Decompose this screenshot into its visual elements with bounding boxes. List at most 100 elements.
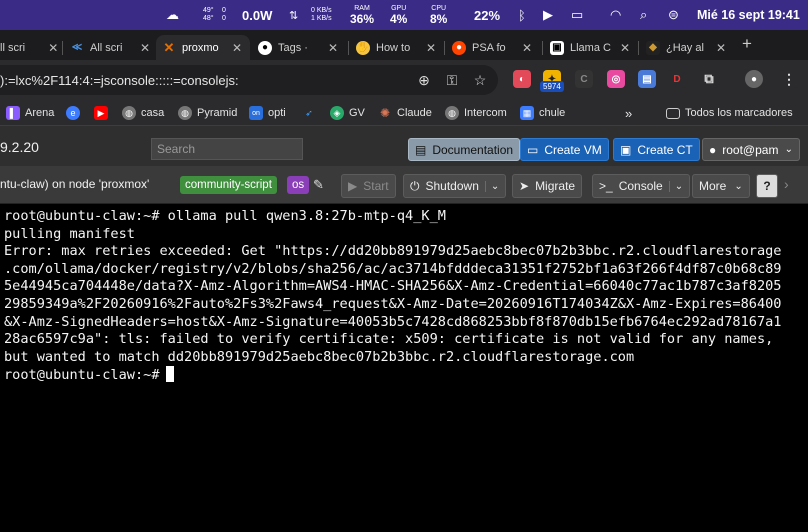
tag-community-script[interactable]: community-script [180, 176, 277, 194]
close-icon[interactable]: ✕ [230, 41, 244, 55]
key-icon[interactable]: ⚿ [442, 65, 462, 95]
address-bar[interactable]: ):=lxc%2F114:4:=jsconsole:::::=consolejs… [0, 65, 498, 95]
send-icon: ➤ [519, 179, 530, 193]
tab-7[interactable]: ◆ ¿Hay al ✕ [640, 35, 734, 60]
tab-0-title: ll scri [0, 41, 26, 54]
how-icon: ✋ [356, 40, 370, 55]
tab-5[interactable]: ● PSA fo ✕ [446, 35, 542, 60]
tab-1-title: All scri [90, 41, 123, 54]
ram-value: 36% [350, 12, 375, 26]
migrate-button[interactable]: ➤ Migrate [512, 174, 583, 198]
chevron-down-icon[interactable]: ⌄ [484, 180, 499, 192]
extension-icon[interactable]: C [575, 70, 593, 88]
more-menu-icon[interactable]: ⋮ [780, 70, 798, 88]
url-text[interactable]: ):=lxc%2F114:4:=jsconsole:::::=consolejs… [0, 73, 400, 88]
net-down: 1 KB/s [311, 15, 332, 22]
documentation-label: Documentation [432, 142, 514, 157]
arena-icon: ▌ [6, 106, 20, 120]
battery-readout: 22% [474, 7, 501, 23]
create-ct-label: Create CT [637, 142, 693, 157]
bookmarks-overflow-icon[interactable]: » [625, 100, 632, 126]
gpu-value: 4% [390, 12, 408, 26]
user-menu[interactable]: ● root@pam ⌄ [702, 138, 800, 161]
tab-4[interactable]: ✋ How to ✕ [350, 35, 444, 60]
tab-3[interactable]: ● Tags · ✕ [252, 35, 348, 60]
new-tab-button[interactable]: + [738, 34, 756, 54]
chevron-right-icon[interactable]: › [784, 176, 789, 192]
close-icon[interactable]: ✕ [326, 41, 340, 55]
bookmark-claude[interactable]: ✺ Claude [378, 100, 432, 126]
help-button[interactable]: ? [756, 174, 778, 198]
tab-separator [638, 41, 639, 55]
proxmox-header: 9.2.20 Search ▤ Documentation ▭ Create V… [0, 126, 808, 166]
bookmark-edge[interactable]: e [66, 100, 85, 126]
tab-6[interactable]: ▣ Llama C ✕ [544, 35, 638, 60]
bookmark-opti[interactable]: on opti [249, 100, 286, 126]
documentation-button[interactable]: ▤ Documentation [408, 138, 521, 161]
terminal-line: .com/ollama/docker/registry/v2/blobs/sha… [4, 260, 782, 277]
search-input[interactable]: Search [151, 138, 303, 160]
close-icon[interactable]: ✕ [138, 41, 152, 55]
close-icon[interactable]: ✕ [714, 41, 728, 55]
close-icon[interactable]: ✕ [424, 41, 438, 55]
chevron-icon: ≪ [71, 42, 83, 53]
extension-icon[interactable]: D [668, 70, 686, 88]
bookmark-pyramid[interactable]: ◍ Pyramid [178, 100, 237, 126]
extension-icon[interactable]: ◐ [513, 70, 531, 88]
create-vm-button[interactable]: ▭ Create VM [520, 138, 609, 161]
terminal-cursor[interactable] [165, 366, 174, 383]
claude-icon: ✺ [378, 106, 392, 120]
puzzle-icon[interactable]: ⧉ [700, 70, 718, 88]
close-icon[interactable]: ✕ [618, 41, 632, 55]
tab-separator [62, 41, 63, 55]
extension-icon[interactable]: ◎ [607, 70, 625, 88]
console-button[interactable]: >_ Console ⌄ [592, 174, 691, 198]
tag-os[interactable]: os [287, 176, 310, 194]
bookmark-intercom[interactable]: ◍ Intercom [445, 100, 507, 126]
pencil-icon[interactable]: ✎ [313, 177, 324, 193]
more-button[interactable]: More ⌄ [692, 174, 750, 198]
terminal-line: pulling manifest [4, 225, 135, 242]
wifi-icon[interactable]: ◠ [610, 0, 621, 30]
chevron-down-icon[interactable]: ⌄ [668, 180, 683, 192]
terminal-prompt-line: root@ubuntu-claw:~# [4, 366, 808, 384]
avatar[interactable]: ● [745, 70, 763, 88]
bluetooth-icon[interactable]: ᛒ [518, 0, 526, 30]
tab-2[interactable]: ✕ proxmo ✕ [156, 35, 250, 60]
ram-readout: RAM 36% [350, 0, 374, 30]
bookmark-star-icon[interactable]: ☆ [470, 65, 490, 95]
close-icon[interactable]: ✕ [46, 41, 60, 55]
bookmark-youtube[interactable]: ▶ [94, 100, 113, 126]
control-center-icon[interactable]: ⊜ [668, 0, 679, 30]
play-icon: ▶ [348, 179, 358, 193]
tab-0[interactable]: ll scri ✕ [0, 35, 60, 60]
search-icon[interactable]: ⌕ [640, 0, 647, 30]
tab-1[interactable]: ≪ All scri ✕ [64, 35, 154, 60]
all-bookmarks[interactable]: Todos los marcadores [666, 100, 793, 126]
bookmark-arena[interactable]: ▌ Arena [6, 100, 54, 126]
create-ct-button[interactable]: ▣ Create CT [613, 138, 700, 161]
cloud-icon[interactable]: ☁ [166, 0, 179, 30]
bookmark-chule[interactable]: ▦ chule [520, 100, 565, 126]
datetime[interactable]: Mié 16 sept 19:41 [697, 0, 800, 30]
shutdown-button[interactable]: ⏻ Shutdown ⌄ [403, 174, 507, 198]
temp-sub-1: 0 [222, 7, 226, 14]
bookmark-gv[interactable]: ◈ GV [330, 100, 365, 126]
bookmark-label: casa [141, 107, 165, 119]
terminal-console[interactable]: root@ubuntu-claw:~# ollama pull qwen3.8:… [0, 204, 808, 532]
updown-icon: ⇅ [289, 9, 299, 22]
terminal-line: 28ac6597c9a": tls: failed to verify cert… [4, 331, 774, 348]
play-icon[interactable]: ▶ [543, 0, 553, 30]
zoom-icon[interactable]: ⊕ [414, 65, 434, 95]
user-label: root@pam [722, 142, 779, 157]
cpu-value: 8% [430, 12, 448, 26]
close-icon[interactable]: ✕ [520, 41, 534, 55]
start-button[interactable]: ▶ Start [341, 174, 396, 198]
net-up: 0 KB/s [311, 7, 332, 14]
battery-icon[interactable]: ▭ [571, 0, 583, 30]
extension-icon[interactable]: ▤ [638, 70, 656, 88]
globe-icon: ◍ [178, 106, 192, 120]
shutdown-label: Shutdown [425, 179, 479, 193]
bookmark-arrow[interactable]: ➶ [302, 100, 321, 126]
bookmark-casa[interactable]: ◍ casa [122, 100, 164, 126]
